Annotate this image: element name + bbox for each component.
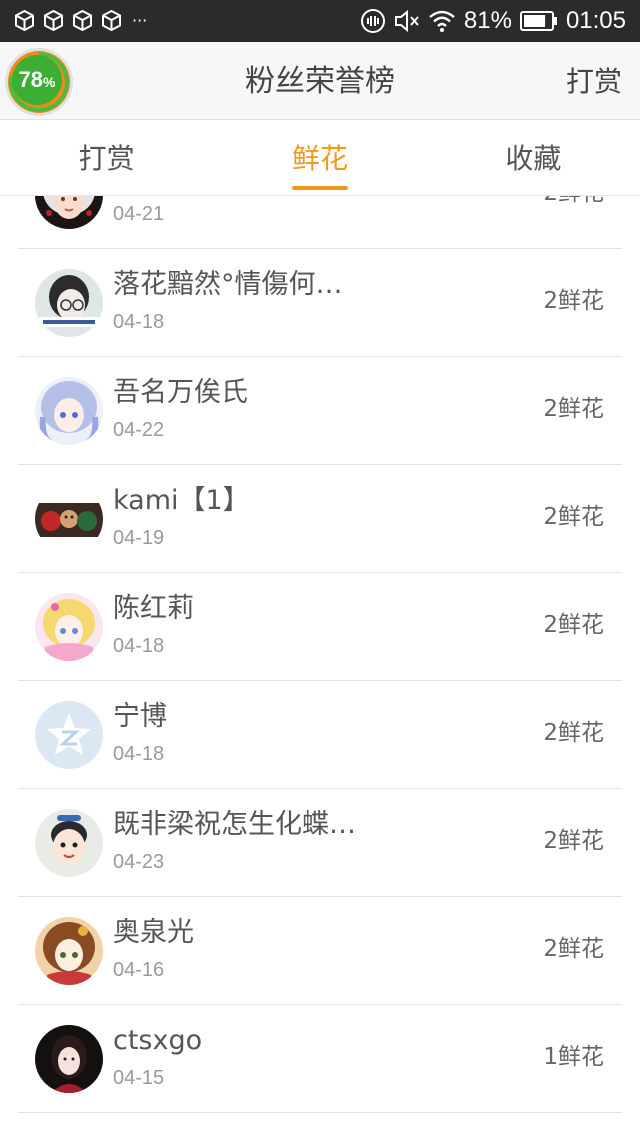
fan-amount: 2鲜花 <box>543 196 604 209</box>
tab-favorites[interactable]: 收藏 <box>427 121 640 195</box>
clock: 01:05 <box>565 7 626 34</box>
active-tab-indicator <box>291 186 348 190</box>
status-indicators: 81% 01:05 <box>360 6 626 36</box>
tab-bar: 打赏 鲜花 收藏 <box>0 121 640 196</box>
avatar <box>35 809 103 877</box>
notification-icon <box>102 10 121 31</box>
notification-icon <box>15 10 34 31</box>
mute-icon <box>394 9 419 33</box>
more-notifications-icon: ··· <box>132 10 148 30</box>
fan-date: 04-18 <box>113 311 165 333</box>
notification-icon <box>73 10 92 31</box>
reward-button[interactable]: 打赏 <box>566 63 622 101</box>
avatar <box>35 377 103 445</box>
list-item[interactable]: 陈红莉 04-18 2鲜花 <box>18 573 622 681</box>
avatar <box>35 593 103 661</box>
fan-list[interactable]: 雨 04-21 2鲜花 落花黯然°情傷何… 04-18 2鲜花 吾名万俟氏 04… <box>0 196 640 1138</box>
fan-name: 宁博 <box>113 701 167 732</box>
fan-amount: 2鲜花 <box>543 720 604 746</box>
fan-name: kami【1】 <box>113 485 250 516</box>
fan-date: 04-16 <box>113 959 165 981</box>
list-item[interactable]: 吾名万俟氏 04-22 2鲜花 <box>18 357 622 465</box>
fan-name: 吾名万俟氏 <box>113 377 248 408</box>
wifi-icon <box>429 10 455 32</box>
fan-amount: 2鲜花 <box>543 504 604 530</box>
fan-name: ctsxgo <box>113 1025 203 1056</box>
fan-name: 落花黯然°情傷何… <box>113 269 343 300</box>
fan-date: 04-19 <box>113 527 165 549</box>
vibrate-icon <box>360 9 385 33</box>
list-item[interactable]: 奥泉光 04-16 2鲜花 <box>18 897 622 1005</box>
status-bar: ··· 81% 01:05 <box>0 0 640 42</box>
fan-amount: 2鲜花 <box>543 828 604 854</box>
app-header: 78% 粉丝荣誉榜 打赏 <box>0 42 640 120</box>
fan-amount: 1鲜花 <box>543 1044 604 1070</box>
list-item[interactable]: ctsxgo 04-15 1鲜花 <box>18 1005 622 1113</box>
fan-date: 04-22 <box>113 419 165 441</box>
fan-amount: 2鲜花 <box>543 936 604 962</box>
fan-date: 04-18 <box>113 743 165 765</box>
fan-date: 04-21 <box>113 203 165 225</box>
list-item[interactable]: 雨 04-21 2鲜花 <box>18 196 622 249</box>
fan-date: 04-23 <box>113 851 165 873</box>
fan-amount: 2鲜花 <box>543 288 604 314</box>
list-item[interactable]: 既非梁祝怎生化蝶… 04-23 2鲜花 <box>18 789 622 897</box>
fan-name: 陈红莉 <box>113 593 194 624</box>
fan-name: 奥泉光 <box>113 917 194 948</box>
battery-percent: 81% <box>463 7 512 34</box>
list-item[interactable]: kami【1】 04-19 2鲜花 <box>18 465 622 573</box>
avatar <box>35 485 103 553</box>
avatar <box>35 1025 103 1093</box>
avatar <box>35 196 103 229</box>
list-item[interactable]: 落花黯然°情傷何… 04-18 2鲜花 <box>18 249 622 357</box>
tab-flowers[interactable]: 鲜花 <box>213 121 426 195</box>
fan-date: 04-15 <box>113 1067 165 1089</box>
battery-level <box>523 15 546 27</box>
fan-date: 04-18 <box>113 635 165 657</box>
notification-icon <box>44 10 63 31</box>
notification-icons: ··· <box>14 10 147 31</box>
battery-icon <box>519 11 557 31</box>
fan-amount: 2鲜花 <box>543 396 604 422</box>
fan-name: 既非梁祝怎生化蝶… <box>113 809 356 840</box>
avatar <box>35 701 103 769</box>
page-title: 粉丝荣誉榜 <box>245 64 395 99</box>
avatar <box>35 917 103 985</box>
fan-amount: 2鲜花 <box>543 612 604 638</box>
tab-reward[interactable]: 打赏 <box>0 121 213 195</box>
list-item[interactable]: 宁博 04-18 2鲜花 <box>18 681 622 789</box>
avatar <box>35 269 103 337</box>
